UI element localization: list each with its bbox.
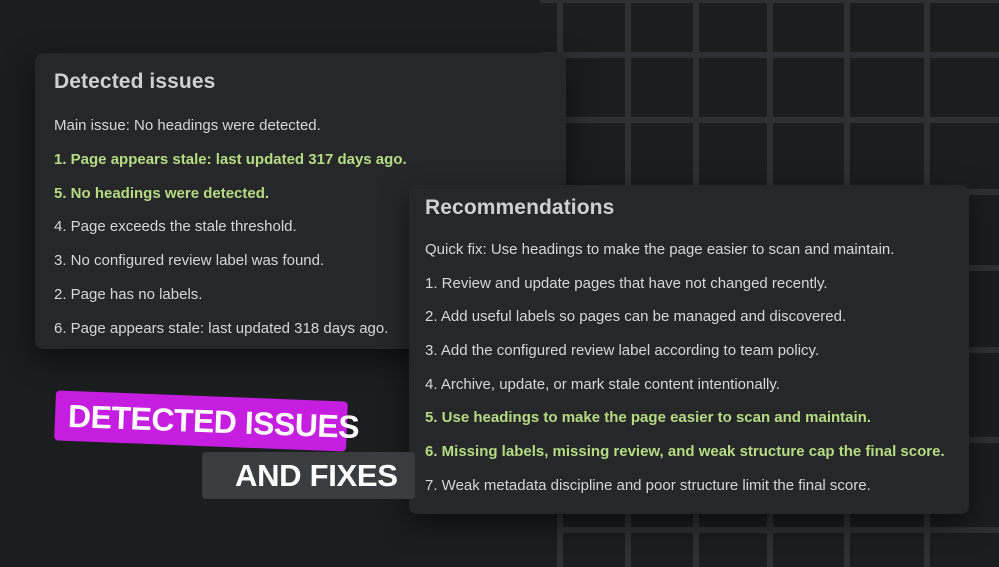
recommendation-item: Quick fix: Use headings to make the page… — [425, 241, 895, 258]
recommendation-item: 6. Missing labels, missing review, and w… — [425, 443, 945, 461]
recommendation-item: 3. Add the configured review label accor… — [425, 342, 820, 360]
recommendation-item: 1. Review and update pages that have not… — [425, 274, 828, 292]
recommendations-list: Quick fix: Use headings to make the page… — [425, 240, 953, 510]
caption-tag-detected-issues: DETECTED ISSUES — [54, 390, 360, 452]
recommendation-item: 4. Archive, update, or mark stale conten… — [425, 375, 780, 393]
caption-tag-and-fixes: AND FIXES — [202, 452, 415, 499]
recommendation-item: 7. Weak metadata discipline and poor str… — [425, 476, 871, 494]
recommendation-item: 2. Add useful labels so pages can be man… — [425, 308, 847, 326]
detected-issues-title: Detected issues — [54, 70, 216, 93]
issue-item: Main issue: No headings were detected. — [54, 117, 321, 134]
recommendation-item: 5. Use headings to make the page easier … — [425, 409, 871, 427]
recommendations-panel: Recommendations Quick fix: Use headings … — [409, 185, 969, 514]
issue-item: 1. Page appears stale: last updated 317 … — [54, 150, 407, 168]
recommendations-title: Recommendations — [425, 196, 615, 219]
